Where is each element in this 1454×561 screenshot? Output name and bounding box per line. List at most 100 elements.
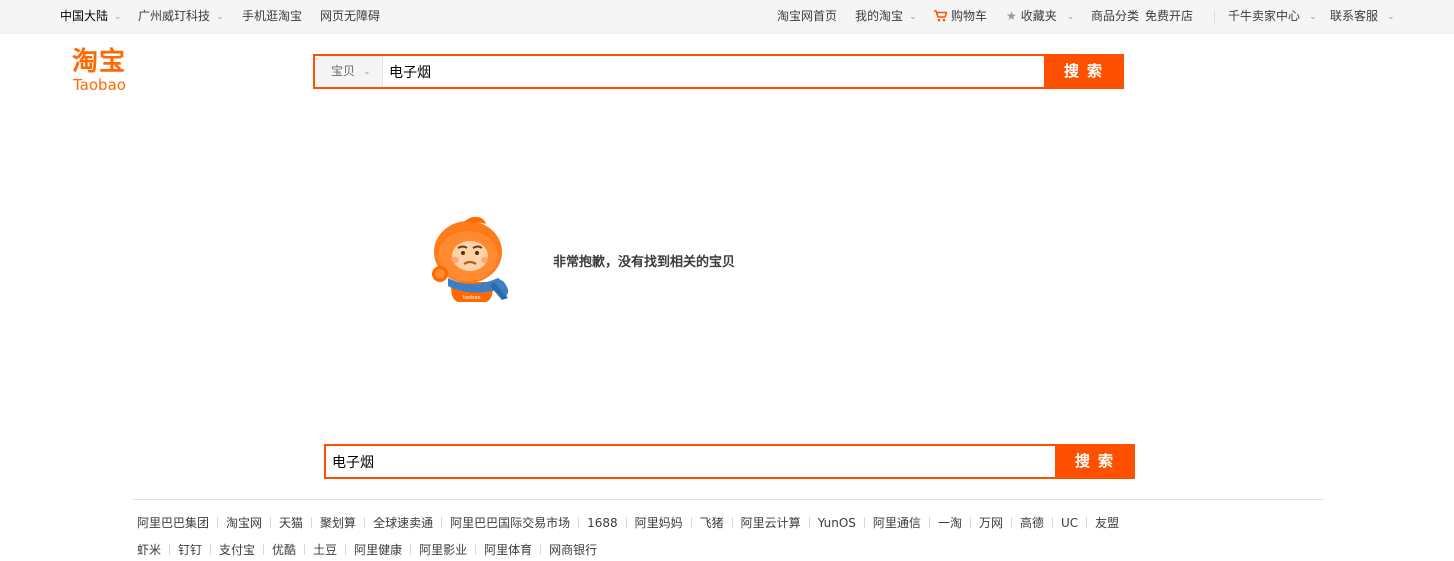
footer-links-row-1: 阿里巴巴集团 淘宝网 天猫 聚划算 全球速卖通 阿里巴巴国际交易市场 1688 阿里妈妈 飞猪 阿… [137,514,1119,530]
footer-separator [210,544,212,555]
footer-separator [863,517,865,528]
footer-link[interactable]: 网商银行 [549,543,597,557]
star-icon: ★ [1006,9,1017,23]
chevron-down-icon: ⌄ [114,12,122,22]
shop-selector[interactable]: 广州威玎科技 ⌄ [138,0,224,33]
footer-link[interactable]: 阿里影业 [419,543,467,557]
chevron-down-icon: ⌄ [216,12,224,22]
footer-link[interactable]: 阿里通信 [873,516,921,530]
footer-link[interactable]: 友盟 [1095,516,1119,530]
my-taobao-menu[interactable]: 我的淘宝 ⌄ [855,0,917,33]
footer-link[interactable]: 阿里云计算 [741,516,801,530]
footer-link[interactable]: 阿里巴巴集团 [137,516,209,530]
footer-separator [217,517,219,528]
footer-link[interactable]: 天猫 [279,516,303,530]
footer-link[interactable]: 1688 [587,516,618,530]
footer-separator [475,544,477,555]
footer-link[interactable]: 飞猪 [700,516,724,530]
footer-separator [364,517,366,528]
customer-service-label: 联系客服 [1330,9,1379,23]
footer-separator [969,517,971,528]
footer-separator [1051,517,1053,528]
footer-link[interactable]: 钉钉 [178,543,202,557]
footer-separator [311,517,313,528]
footer-link[interactable]: 阿里健康 [354,543,402,557]
footer-separator [263,544,265,555]
chevron-down-icon: ⌄ [363,67,371,77]
taobao-logo[interactable]: 淘宝 Taobao [72,48,144,96]
taobao-home-link[interactable]: 淘宝网首页 [777,0,837,33]
footer-divider [133,499,1325,500]
favorites-label: 收藏夹 [1020,9,1057,23]
footer-separator [625,517,627,528]
footer-separator [304,544,306,555]
footer-link[interactable]: 万网 [979,516,1003,530]
mobile-taobao-link[interactable]: 手机逛淘宝 [242,0,302,33]
footer-separator [928,517,930,528]
footer-link[interactable]: 优酷 [272,543,296,557]
seller-center-label: 千牛卖家中心 [1228,9,1301,23]
customer-service-menu[interactable]: 联系客服 ⌄ [1330,0,1395,33]
taobao-home-label: 淘宝网首页 [777,9,838,23]
footer-link[interactable]: 阿里巴巴国际交易市场 [450,516,570,530]
mobile-taobao-label: 手机逛淘宝 [242,9,303,23]
chevron-down-icon: ⌄ [1309,12,1317,22]
footer-link[interactable]: YunOS [818,516,856,530]
svg-text:taobao: taobao [463,295,480,301]
empty-result-message: 非常抱歉，没有找到相关的宝贝 [553,255,736,270]
search-input-bottom[interactable] [328,446,1052,477]
chevron-down-icon: ⌄ [1387,12,1395,22]
footer-separator [410,544,412,555]
accessibility-link[interactable]: 网页无障碍 [320,0,380,33]
footer-separator [731,517,733,528]
footer-separator [441,517,443,528]
footer-link[interactable]: 虾米 [137,543,161,557]
site-nav: 中国大陆 ⌄ 广州威玎科技 ⌄ 手机逛淘宝 网页无障碍 淘宝网首页 我的淘宝 ⌄ 购物… [0,0,1454,34]
footer-separator [808,517,810,528]
footer-separator [270,517,272,528]
seller-center-menu[interactable]: 千牛卖家中心 ⌄ [1228,0,1317,33]
footer-separator [578,517,580,528]
footer-link[interactable]: 阿里体育 [484,543,532,557]
footer-link[interactable]: 全球速卖通 [373,516,433,530]
search-bar-bottom: 搜索 [324,444,1135,479]
footer-separator [1086,517,1088,528]
logo-cn: 淘宝 [72,47,127,77]
open-shop-label: 免费开店 [1145,9,1194,23]
cart-link[interactable]: 购物车 [934,0,987,33]
my-taobao-label: 我的淘宝 [855,9,904,23]
logo-en: Taobao [73,76,126,94]
footer-separator [690,517,692,528]
open-shop-link[interactable]: 免费开店 [1145,0,1193,33]
search-button-bottom[interactable]: 搜索 [1055,446,1133,477]
footer-separator [169,544,171,555]
search-type-label: 宝贝 [331,64,356,78]
search-bar-top: 宝贝 ⌄ 搜索 [313,54,1124,89]
footer-link[interactable]: 一淘 [938,516,962,530]
footer-link[interactable]: 淘宝网 [226,516,262,530]
category-link[interactable]: 商品分类 [1091,0,1139,33]
search-type-selector[interactable]: 宝贝 ⌄ [315,56,383,87]
search-button[interactable]: 搜索 [1044,56,1122,87]
chevron-down-icon: ⌄ [909,12,917,22]
cart-icon [934,10,947,22]
chevron-down-icon: ⌄ [1066,12,1075,22]
favorites-menu[interactable]: ★ 收藏夹 ⌄ [1006,0,1074,33]
footer-separator [1010,517,1012,528]
footer-link[interactable]: 土豆 [313,543,337,557]
region-label: 中国大陆 [60,9,109,23]
search-input[interactable] [385,56,1043,87]
footer-link[interactable]: 高德 [1020,516,1044,530]
cart-label: 购物车 [951,9,988,23]
footer-separator [540,544,542,555]
footer-links-row-2: 虾米 钉钉 支付宝 优酷 土豆 阿里健康 阿里影业 阿里体育 网商银行 [137,541,597,557]
taobao-mascot-icon: taobao [432,216,509,302]
region-selector[interactable]: 中国大陆 ⌄ [60,0,122,33]
footer-link[interactable]: 支付宝 [219,543,255,557]
shop-label: 广州威玎科技 [138,9,211,23]
footer-link[interactable]: 阿里妈妈 [635,516,683,530]
nav-divider [1214,11,1215,23]
accessibility-label: 网页无障碍 [320,9,381,23]
footer-link[interactable]: 聚划算 [320,516,356,530]
footer-link[interactable]: UC [1061,516,1078,530]
